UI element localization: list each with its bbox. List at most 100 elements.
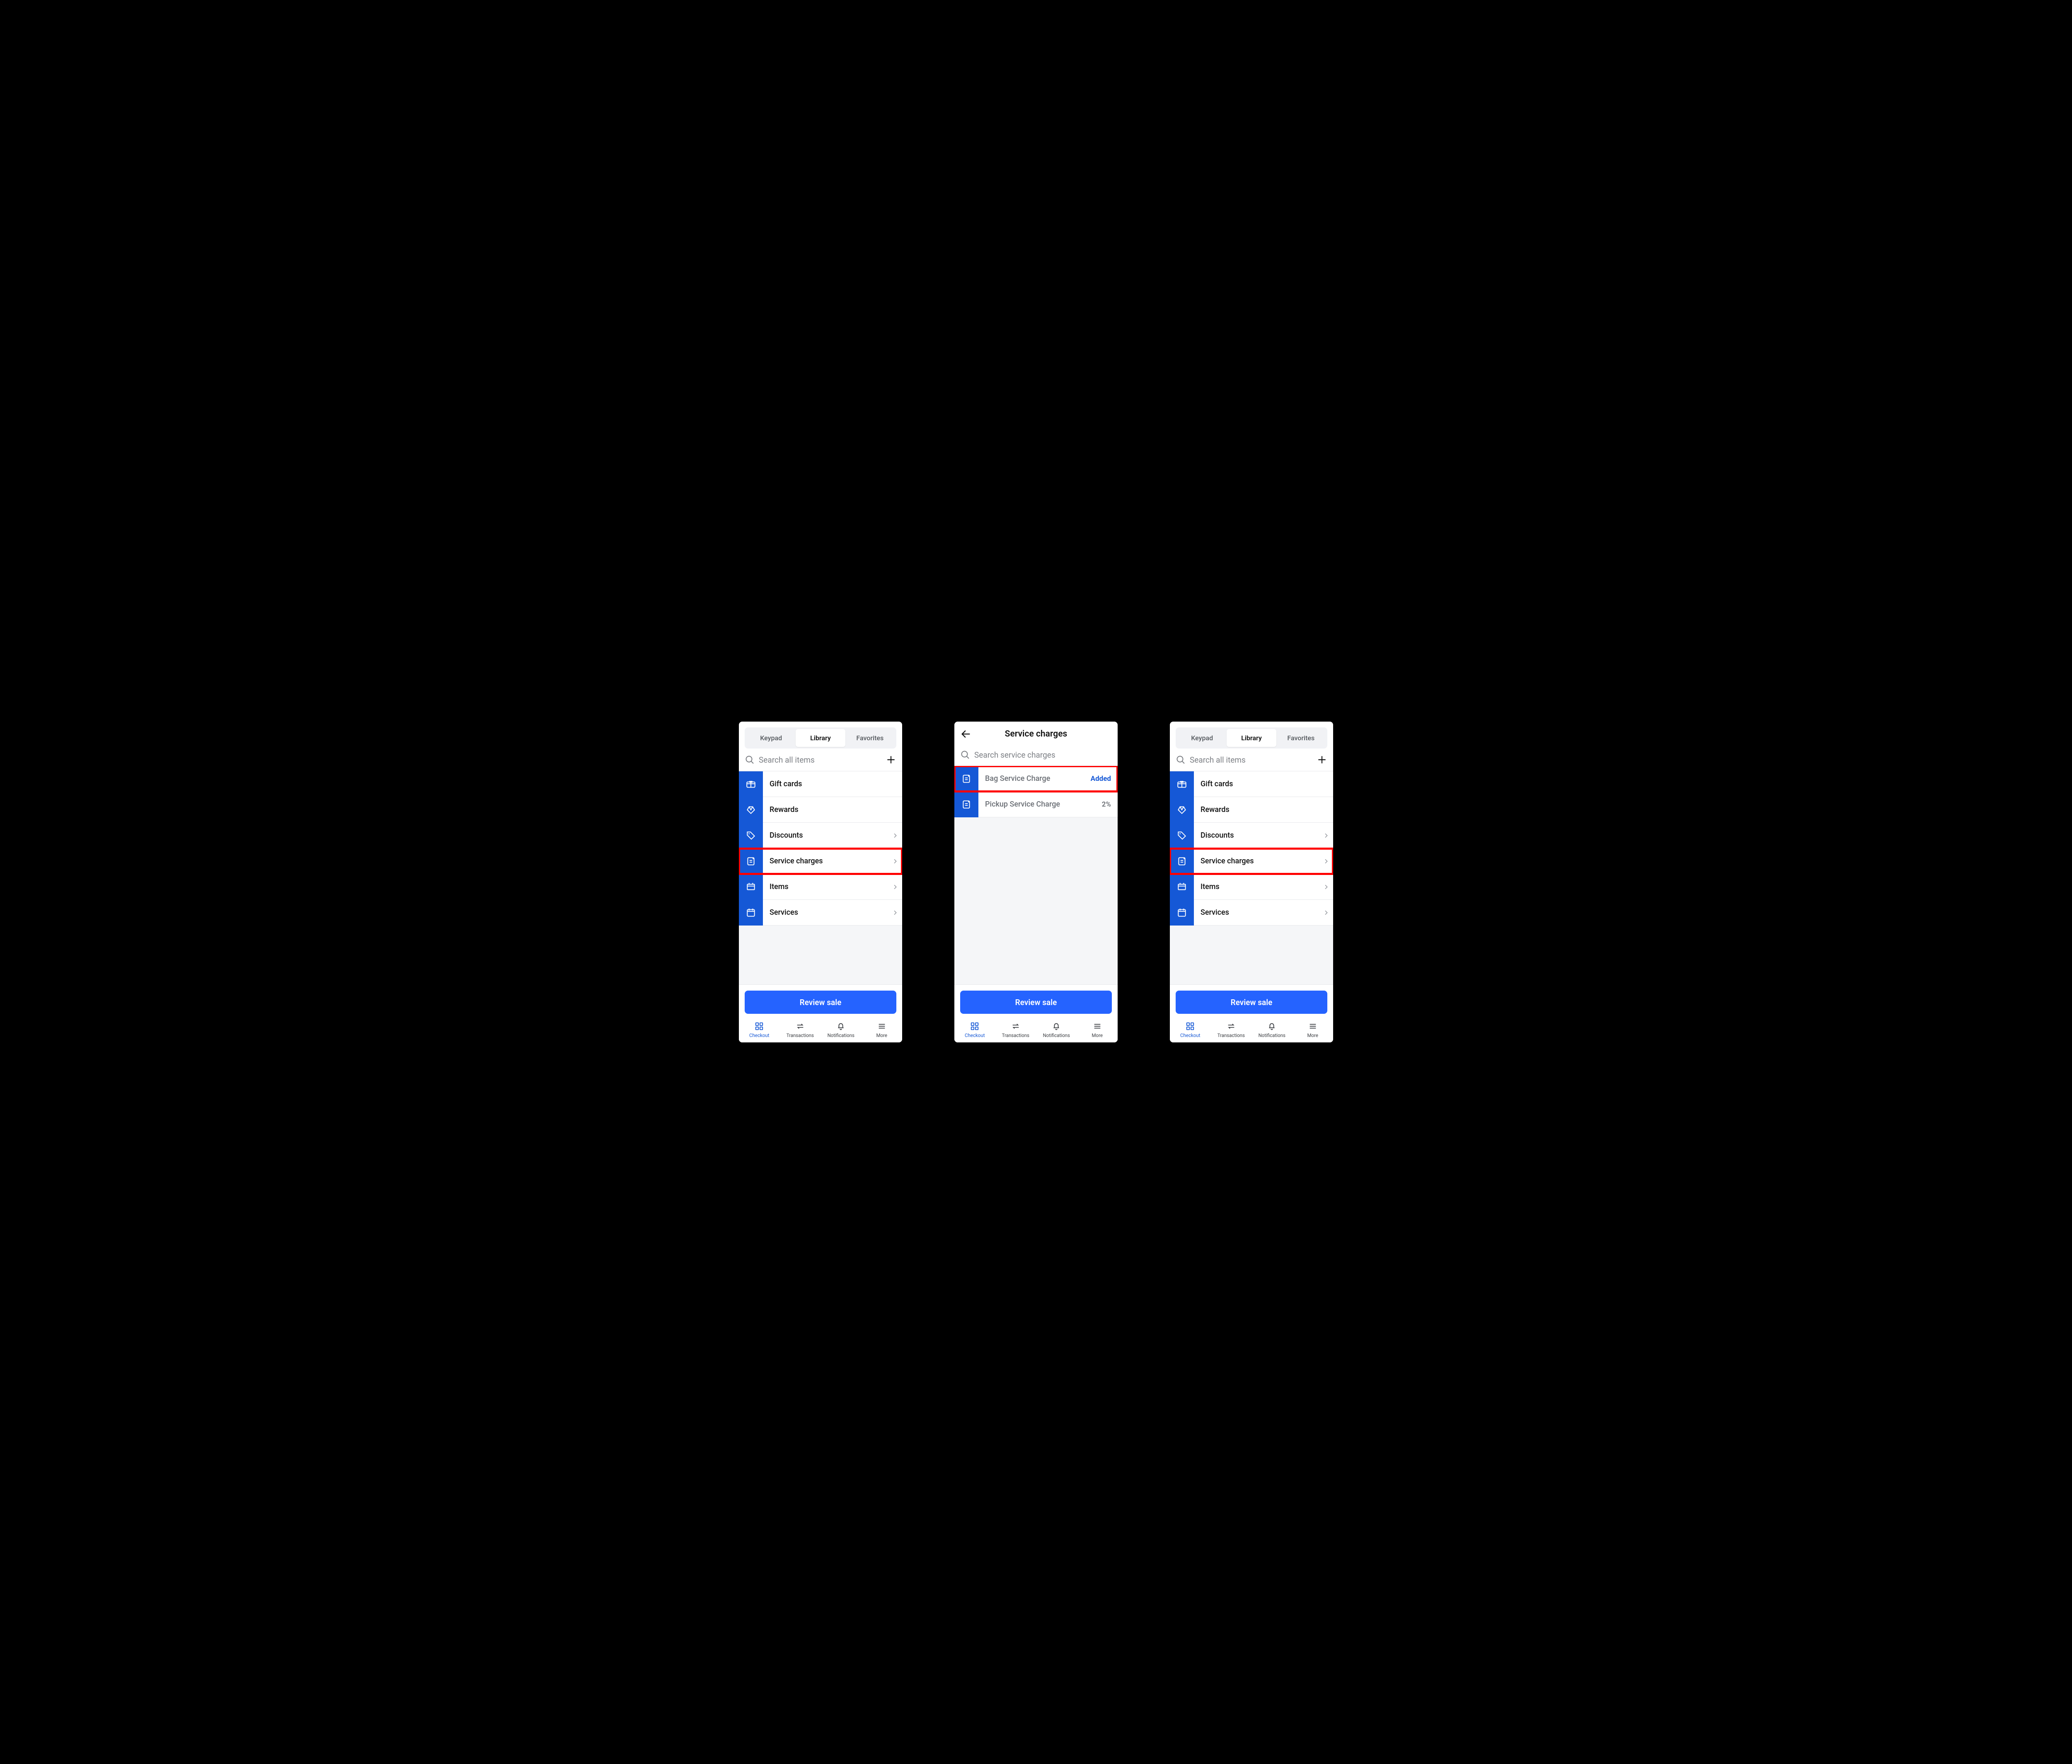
tab-library[interactable]: Library (796, 729, 845, 747)
nav-checkout[interactable]: Checkout (1170, 1021, 1211, 1038)
service-charge-label: Bag Service Charge (978, 766, 1091, 792)
nav-label: Transactions (787, 1032, 814, 1038)
library-item-label: Services (763, 900, 888, 926)
back-button[interactable] (960, 728, 977, 740)
nav-notifications[interactable]: Notifications (1251, 1021, 1293, 1038)
services-icon (739, 900, 763, 926)
library-item-rewards[interactable]: Rewards (739, 797, 902, 823)
gift-card-icon (1170, 771, 1194, 797)
chevron-right-icon (888, 848, 902, 874)
notifications-icon (836, 1021, 845, 1031)
nav-notifications[interactable]: Notifications (1036, 1021, 1077, 1038)
items-icon (1170, 874, 1194, 900)
nav-more[interactable]: More (1293, 1021, 1334, 1038)
library-item-service-charges[interactable]: Service charges (1170, 848, 1333, 874)
chevron-right-icon (1319, 823, 1333, 848)
library-item-items[interactable]: Items (1170, 874, 1333, 900)
library-item-services[interactable]: Services (1170, 900, 1333, 926)
library-item-label: Items (1194, 874, 1319, 900)
library-item-label: Rewards (1194, 797, 1319, 823)
chevron-right-icon (888, 874, 902, 900)
nav-label: Notifications (1043, 1032, 1070, 1038)
review-sale-button[interactable]: Review sale (960, 991, 1112, 1014)
nav-more[interactable]: More (862, 1021, 903, 1038)
search-placeholder: Search all items (759, 755, 886, 765)
more-icon (1308, 1021, 1317, 1031)
nav-checkout[interactable]: Checkout (954, 1021, 995, 1038)
title-bar: Service charges (954, 722, 1118, 744)
library-list: Gift cards Rewards Discounts (739, 771, 902, 984)
nav-transactions[interactable]: Transactions (995, 1021, 1036, 1038)
nav-label: Notifications (1259, 1032, 1285, 1038)
service-charge-value: 2% (1102, 792, 1118, 817)
library-item-service-charges[interactable]: Service charges (739, 848, 902, 874)
search-icon (960, 750, 970, 760)
library-item-gift-cards[interactable]: Gift cards (739, 771, 902, 797)
service-charge-pickup[interactable]: Pickup Service Charge 2% (954, 792, 1118, 817)
library-item-label: Discounts (763, 823, 888, 848)
notifications-icon (1052, 1021, 1061, 1031)
tabs-row: Keypad Library Favorites (1170, 722, 1333, 749)
tab-bar: Keypad Library Favorites (1176, 727, 1327, 749)
bottom-nav: Checkout Transactions Notifications More (1170, 1020, 1333, 1042)
service-charge-icon (954, 792, 978, 817)
service-charge-bag[interactable]: Bag Service Charge Added (954, 766, 1118, 792)
library-item-label: Rewards (763, 797, 888, 823)
service-charges-icon (1170, 848, 1194, 874)
chevron-right-icon (1319, 900, 1333, 926)
library-item-discounts[interactable]: Discounts (739, 823, 902, 848)
nav-label: More (1307, 1032, 1319, 1038)
footer: Review sale Checkout Transactions Notifi… (1170, 984, 1333, 1042)
library-item-services[interactable]: Services (739, 900, 902, 926)
service-charges-list: Bag Service Charge Added Pickup Service … (954, 766, 1118, 984)
phone-library-1: Keypad Library Favorites Search all item… (736, 718, 905, 1046)
nav-label: Transactions (1218, 1032, 1245, 1038)
search-icon (745, 755, 755, 765)
nav-more[interactable]: More (1077, 1021, 1118, 1038)
discounts-icon (1170, 823, 1194, 848)
services-icon (1170, 900, 1194, 926)
chevron-right-icon (888, 823, 902, 848)
tab-keypad[interactable]: Keypad (746, 729, 796, 747)
bottom-nav: Checkout Transactions Notifications More (739, 1020, 902, 1042)
tab-keypad[interactable]: Keypad (1177, 729, 1227, 747)
library-item-label: Service charges (763, 848, 888, 874)
search-row[interactable]: Search service charges (954, 744, 1118, 766)
nav-label: Notifications (828, 1032, 854, 1038)
nav-notifications[interactable]: Notifications (821, 1021, 862, 1038)
search-icon (1176, 755, 1186, 765)
transactions-icon (1011, 1021, 1020, 1031)
footer: Review sale Checkout Transactions Notifi… (954, 984, 1118, 1042)
checkout-icon (755, 1021, 764, 1031)
transactions-icon (796, 1021, 805, 1031)
library-list: Gift cards Rewards Discounts (1170, 771, 1333, 984)
tabs-row: Keypad Library Favorites (739, 722, 902, 749)
notifications-icon (1267, 1021, 1276, 1031)
library-item-label: Service charges (1194, 848, 1319, 874)
chevron-right-icon (1319, 848, 1333, 874)
search-row[interactable]: Search all items (1170, 749, 1333, 771)
nav-transactions[interactable]: Transactions (780, 1021, 821, 1038)
library-item-gift-cards[interactable]: Gift cards (1170, 771, 1333, 797)
chevron-right-icon (888, 900, 902, 926)
search-row[interactable]: Search all items (739, 749, 902, 771)
search-placeholder: Search all items (1190, 755, 1317, 765)
review-sale-button[interactable]: Review sale (1176, 991, 1327, 1014)
discounts-icon (739, 823, 763, 848)
footer: Review sale Checkout Transactions Notifi… (739, 984, 902, 1042)
add-item-button[interactable] (886, 754, 896, 765)
tab-favorites[interactable]: Favorites (1276, 729, 1326, 747)
nav-transactions[interactable]: Transactions (1211, 1021, 1252, 1038)
add-item-button[interactable] (1317, 754, 1327, 765)
library-item-discounts[interactable]: Discounts (1170, 823, 1333, 848)
library-item-rewards[interactable]: Rewards (1170, 797, 1333, 823)
tab-favorites[interactable]: Favorites (845, 729, 895, 747)
library-item-label: Gift cards (763, 771, 888, 797)
nav-checkout[interactable]: Checkout (739, 1021, 780, 1038)
review-sale-button[interactable]: Review sale (745, 991, 896, 1014)
bottom-nav: Checkout Transactions Notifications More (954, 1020, 1118, 1042)
library-item-items[interactable]: Items (739, 874, 902, 900)
tab-library[interactable]: Library (1227, 729, 1276, 747)
nav-label: Checkout (1180, 1032, 1200, 1038)
items-icon (739, 874, 763, 900)
